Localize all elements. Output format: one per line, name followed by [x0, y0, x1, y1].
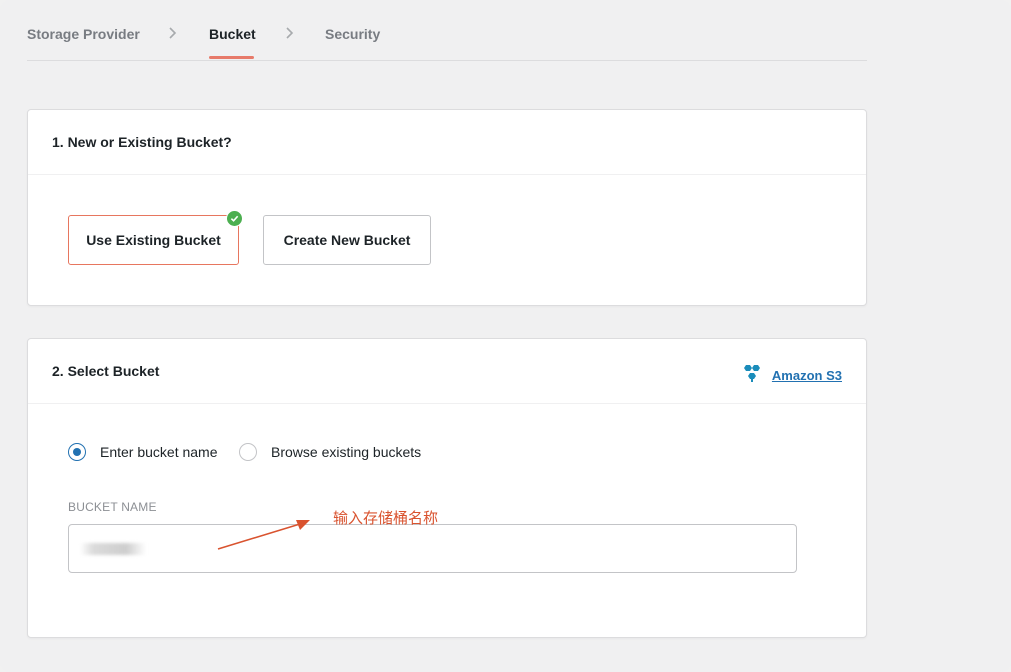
radio-button[interactable]: [68, 443, 86, 461]
radio-enter-bucket-name[interactable]: Enter bucket name: [68, 443, 218, 461]
card-header: 2. Select Bucket Amazon S3: [28, 339, 866, 404]
new-or-existing-bucket-card: 1. New or Existing Bucket? Use Existing …: [27, 109, 867, 306]
provider-info: Amazon S3: [742, 363, 842, 388]
radio-label: Enter bucket name: [100, 444, 218, 460]
redacted-bucket-name: [80, 543, 146, 555]
annotation-arrow-icon: [217, 520, 310, 550]
use-existing-bucket-button[interactable]: Use Existing Bucket: [68, 210, 243, 265]
radio-button[interactable]: [239, 443, 257, 461]
active-step-indicator: [209, 56, 254, 59]
radio-label: Browse existing buckets: [271, 444, 422, 460]
card-title: 2. Select Bucket: [52, 363, 160, 379]
step-security[interactable]: Security: [325, 26, 380, 42]
bucket-name-label: BUCKET NAME: [68, 500, 157, 514]
aws-s3-icon: [742, 363, 762, 388]
select-bucket-card: 2. Select Bucket Amazon S3 Enter bucket …: [27, 338, 867, 638]
chevron-right-icon: [284, 24, 296, 42]
card-header: 1. New or Existing Bucket?: [28, 110, 866, 175]
amazon-s3-link[interactable]: Amazon S3: [772, 368, 842, 383]
button-label: Use Existing Bucket: [86, 232, 221, 248]
chevron-right-icon: [167, 24, 179, 42]
bucket-name-input[interactable]: [68, 524, 797, 573]
radio-browse-existing-buckets[interactable]: Browse existing buckets: [239, 443, 421, 461]
create-new-bucket-button[interactable]: Create New Bucket: [263, 215, 431, 265]
steps-nav: Storage Provider Bucket Security: [27, 0, 867, 61]
annotation-label: 输入存储桶名称: [333, 509, 439, 527]
check-icon: [226, 210, 243, 227]
step-bucket[interactable]: Bucket: [209, 26, 256, 42]
button-label: Create New Bucket: [283, 232, 411, 248]
card-title: 1. New or Existing Bucket?: [52, 134, 232, 150]
step-storage-provider[interactable]: Storage Provider: [27, 26, 140, 42]
